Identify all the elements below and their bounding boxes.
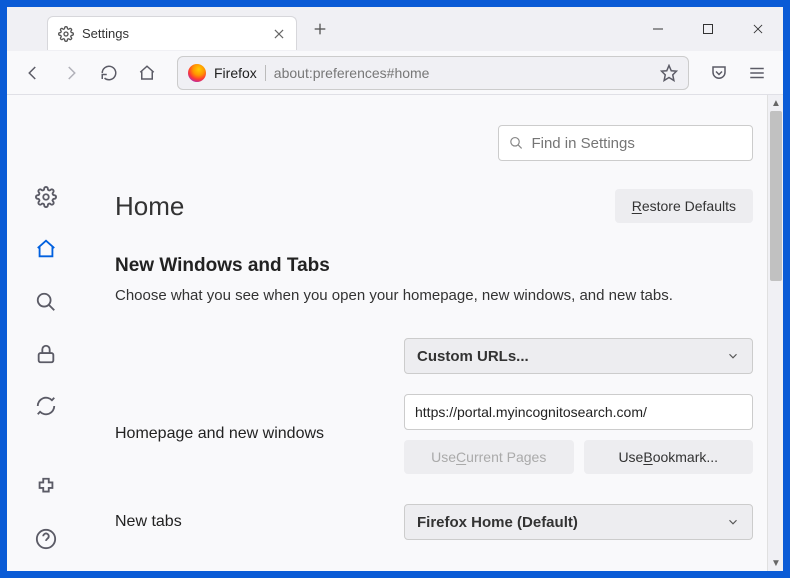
maximize-button[interactable] (683, 7, 733, 51)
chevron-down-icon (726, 349, 740, 363)
close-window-button[interactable] (733, 7, 783, 51)
reload-button[interactable] (93, 57, 125, 89)
gear-icon (58, 26, 74, 42)
page-title: Home (115, 191, 184, 222)
navigation-bar: Firefox about:preferences#home (7, 51, 783, 95)
title-bar: Settings (7, 7, 783, 51)
close-icon[interactable] (272, 27, 286, 41)
dropdown-label: Custom URLs... (417, 348, 529, 365)
scrollbar-thumb[interactable] (770, 111, 782, 281)
minimize-button[interactable] (633, 7, 683, 51)
identity-label: Firefox (214, 65, 257, 81)
back-button[interactable] (17, 57, 49, 89)
star-icon[interactable] (660, 64, 678, 82)
home-button[interactable] (131, 57, 163, 89)
menu-button[interactable] (741, 57, 773, 89)
vertical-scrollbar[interactable]: ▲ ▼ (767, 95, 783, 571)
homepage-label: Homepage and new windows (115, 425, 380, 443)
dropdown-label: Firefox Home (Default) (417, 514, 578, 531)
settings-sidebar (7, 95, 85, 571)
address-bar[interactable]: Firefox about:preferences#home (177, 56, 689, 90)
sidebar-help[interactable] (29, 527, 63, 551)
forward-button[interactable] (55, 57, 87, 89)
use-bookmark-button[interactable]: Use Bookmark... (584, 440, 754, 474)
tab-title: Settings (82, 26, 264, 41)
url-text: about:preferences#home (265, 65, 430, 81)
search-icon (509, 135, 523, 151)
use-current-pages-button[interactable]: Use Current Pages (404, 440, 574, 474)
scroll-down-arrow[interactable]: ▼ (768, 555, 783, 571)
newtabs-dropdown[interactable]: Firefox Home (Default) (404, 504, 753, 540)
sidebar-search[interactable] (29, 290, 63, 314)
main-panel: Home Restore Defaults New Windows and Ta… (85, 95, 783, 571)
newtabs-label: New tabs (115, 513, 380, 531)
settings-search[interactable] (498, 125, 753, 161)
sidebar-general[interactable] (29, 185, 63, 209)
homepage-mode-dropdown[interactable]: Custom URLs... (404, 338, 753, 374)
sidebar-privacy[interactable] (29, 342, 63, 366)
scroll-up-arrow[interactable]: ▲ (768, 95, 783, 111)
restore-defaults-button[interactable]: Restore Defaults (615, 189, 753, 223)
firefox-icon (188, 64, 206, 82)
chevron-down-icon (726, 515, 740, 529)
sidebar-sync[interactable] (29, 394, 63, 418)
pocket-button[interactable] (703, 57, 735, 89)
section-description: Choose what you see when you open your h… (115, 287, 753, 304)
new-tab-button[interactable] (305, 14, 335, 44)
browser-tab-settings[interactable]: Settings (47, 16, 297, 50)
sidebar-home[interactable] (29, 237, 63, 261)
window-controls (633, 7, 783, 51)
settings-search-input[interactable] (531, 135, 742, 152)
content-area: Home Restore Defaults New Windows and Ta… (7, 95, 783, 571)
sidebar-extensions[interactable] (29, 474, 63, 498)
homepage-url-input[interactable] (404, 394, 753, 430)
section-title: New Windows and Tabs (115, 255, 753, 277)
